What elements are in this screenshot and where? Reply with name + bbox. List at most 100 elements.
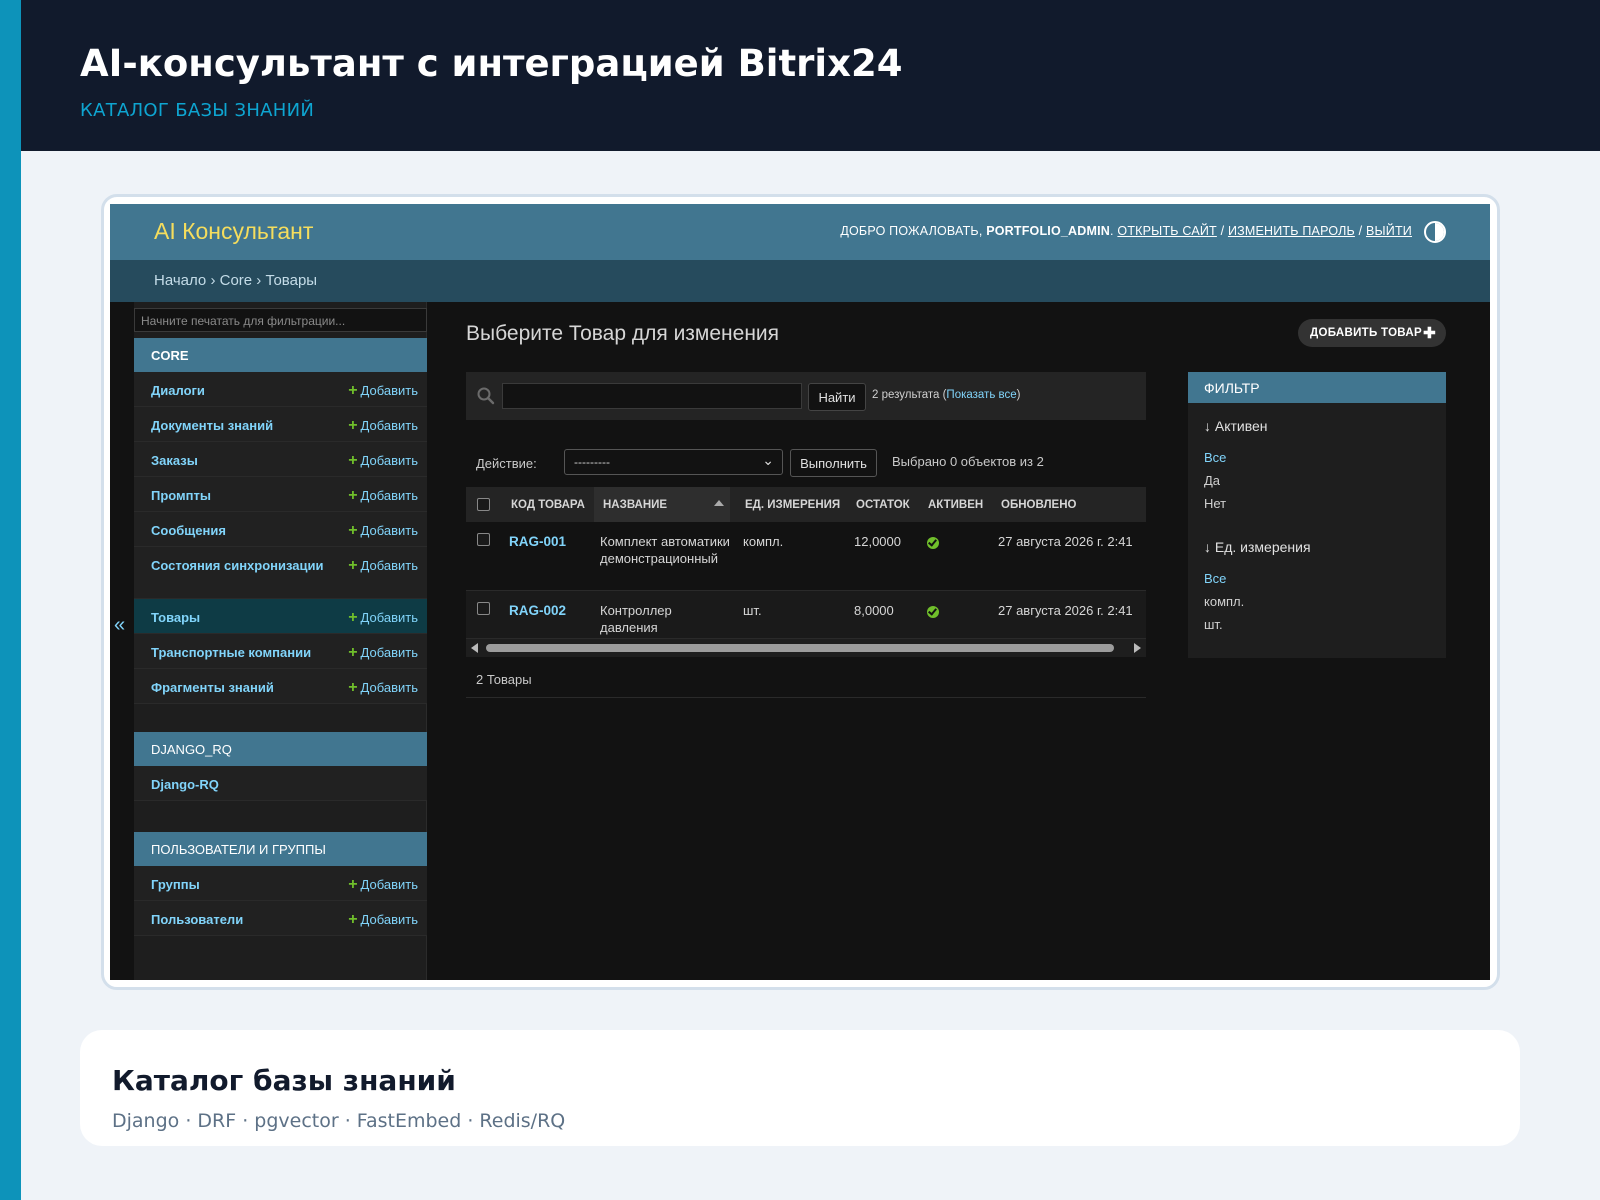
theme-toggle-icon[interactable] <box>1424 221 1446 243</box>
site-brand[interactable]: AI Консультант <box>154 218 313 245</box>
module-caption-users-groups[interactable]: ПОЛЬЗОВАТЕЛИ И ГРУППЫ <box>134 832 427 866</box>
plus-icon: + <box>348 911 358 928</box>
username: PORTFOLIO_ADMIN <box>986 224 1111 238</box>
sidebar-item-groups[interactable]: Группы + Добавить <box>134 866 427 901</box>
sidebar-item-sync-states[interactable]: Состояния синхронизации + Добавить <box>134 547 427 599</box>
plus-icon: + <box>348 522 358 539</box>
filter-option-sht[interactable]: шт. <box>1204 617 1223 632</box>
nav-filter-input[interactable]: Начните печатать для фильтрации... <box>134 308 427 332</box>
add-link[interactable]: + Добавить <box>348 911 418 929</box>
horizontal-scrollbar[interactable] <box>466 639 1146 657</box>
select-all-checkbox[interactable] <box>477 498 490 511</box>
scroll-right-icon[interactable] <box>1134 643 1141 653</box>
plus-icon: + <box>348 557 358 574</box>
sidebar-item-label[interactable]: Состояния синхронизации <box>151 557 336 574</box>
column-name[interactable]: НАЗВАНИЕ <box>594 487 730 522</box>
module-caption-django-rq[interactable]: DJANGO_RQ <box>134 732 427 766</box>
sidebar-item-label[interactable]: Заказы <box>151 452 336 469</box>
filter-option-all[interactable]: Все <box>1204 571 1226 586</box>
filter-caption: ФИЛЬТР <box>1188 372 1446 403</box>
filter-option-no[interactable]: Нет <box>1204 496 1226 511</box>
sidebar-item-products[interactable]: Товары + Добавить <box>134 599 427 634</box>
plus-icon: + <box>348 644 358 661</box>
sidebar-item-messages[interactable]: Сообщения + Добавить <box>134 512 427 547</box>
product-unit: шт. <box>743 603 762 618</box>
accent-strip <box>0 0 21 1200</box>
filter-option-kompl[interactable]: компл. <box>1204 594 1244 609</box>
sidebar-item-label[interactable]: Фрагменты знаний <box>151 679 336 696</box>
add-label: Добавить <box>360 558 418 573</box>
product-code-link[interactable]: RAG-001 <box>509 533 566 550</box>
sidebar-item-label[interactable]: Промпты <box>151 487 336 504</box>
add-link[interactable]: + Добавить <box>348 876 418 894</box>
breadcrumb-app[interactable]: Core <box>220 272 253 289</box>
change-password-link[interactable]: ИЗМЕНИТЬ ПАРОЛЬ <box>1228 224 1355 238</box>
add-link[interactable]: + Добавить <box>348 487 418 505</box>
add-link[interactable]: + Добавить <box>348 557 418 575</box>
breadcrumb-home[interactable]: Начало <box>154 272 206 289</box>
caption-card: Каталог базы знаний Django · DRF · pgvec… <box>80 1030 1520 1146</box>
action-select[interactable]: --------- ⌄ <box>564 449 783 475</box>
module-caption-core[interactable]: CORE <box>134 338 427 372</box>
filter-option-all[interactable]: Все <box>1204 450 1226 465</box>
sidebar-item-label[interactable]: Группы <box>151 876 336 893</box>
search-button[interactable]: Найти <box>808 383 866 411</box>
sidebar-item-transport-companies[interactable]: Транспортные компании + Добавить <box>134 634 427 669</box>
add-link[interactable]: + Добавить <box>348 417 418 435</box>
add-link[interactable]: + Добавить <box>348 609 418 627</box>
scroll-left-icon[interactable] <box>471 643 478 653</box>
sidebar-item-label[interactable]: Транспортные компании <box>151 644 336 661</box>
add-label: Добавить <box>360 610 418 625</box>
run-action-button[interactable]: Выполнить <box>790 449 877 477</box>
product-name: Комплект автоматики демонстрационный <box>600 534 730 566</box>
sidebar-item-knowledge-fragments[interactable]: Фрагменты знаний + Добавить <box>134 669 427 704</box>
add-product-button[interactable]: ДОБАВИТЬ ТОВАР ✚ <box>1298 319 1446 347</box>
selected-count: Выбрано 0 объектов из 2 <box>892 454 1044 469</box>
add-label: Добавить <box>360 680 418 695</box>
sidebar-item-django-rq[interactable]: Django-RQ <box>134 766 427 801</box>
show-all-link[interactable]: Показать все <box>946 389 1016 401</box>
row-checkbox[interactable] <box>477 602 490 615</box>
filter-option-yes[interactable]: Да <box>1204 473 1220 488</box>
product-code-link[interactable]: RAG-002 <box>509 602 566 619</box>
plus-icon: + <box>348 417 358 434</box>
collapse-sidebar-button[interactable]: « <box>114 614 125 637</box>
logout-link[interactable]: ВЫЙТИ <box>1366 224 1412 238</box>
column-unit[interactable]: ЕД. ИЗМЕРЕНИЯ <box>745 499 840 511</box>
paginator: 2 Товары <box>466 660 1146 698</box>
search-input[interactable] <box>502 383 802 409</box>
sidebar-item-label[interactable]: Документы знаний <box>151 417 336 434</box>
sidebar-item-label[interactable]: Пользователи <box>151 911 336 928</box>
column-code[interactable]: КОД ТОВАРА <box>511 499 585 511</box>
sidebar-item-label[interactable]: Django-RQ <box>151 776 336 793</box>
add-label: Добавить <box>360 523 418 538</box>
add-label: Добавить <box>360 912 418 927</box>
add-link[interactable]: + Добавить <box>348 522 418 540</box>
column-active[interactable]: АКТИВЕН <box>928 499 983 511</box>
row-checkbox[interactable] <box>477 533 490 546</box>
sidebar-item-label[interactable]: Сообщения <box>151 522 336 539</box>
sidebar-item-dialogs[interactable]: Диалоги + Добавить <box>134 372 427 407</box>
column-updated[interactable]: ОБНОВЛЕНО <box>1001 499 1076 511</box>
admin-header: AI Консультант ДОБРО ПОЖАЛОВАТЬ, PORTFOL… <box>110 204 1490 260</box>
separator: / <box>1358 224 1363 238</box>
sidebar-item-label[interactable]: Товары <box>151 609 336 626</box>
sidebar-item-label[interactable]: Диалоги <box>151 382 336 399</box>
slide-subtitle: КАТАЛОГ БАЗЫ ЗНАНИЙ <box>80 100 315 121</box>
add-link[interactable]: + Добавить <box>348 679 418 697</box>
scrollbar-thumb[interactable] <box>486 644 1114 652</box>
sidebar-item-prompts[interactable]: Промпты + Добавить <box>134 477 427 512</box>
table-header: КОД ТОВАРА НАЗВАНИЕ ЕД. ИЗМЕРЕНИЯ ОСТАТО… <box>466 487 1146 522</box>
column-stock[interactable]: ОСТАТОК <box>856 499 910 511</box>
add-link[interactable]: + Добавить <box>348 382 418 400</box>
product-name: Контроллер давления <box>600 603 672 635</box>
sidebar-item-users[interactable]: Пользователи + Добавить <box>134 901 427 936</box>
page-title: Выберите Товар для изменения <box>466 322 780 345</box>
add-label: Добавить <box>360 383 418 398</box>
add-link[interactable]: + Добавить <box>348 452 418 470</box>
sort-asc-icon[interactable] <box>714 500 724 506</box>
view-site-link[interactable]: ОТКРЫТЬ САЙТ <box>1117 224 1216 238</box>
sidebar-item-knowledge-documents[interactable]: Документы знаний + Добавить <box>134 407 427 442</box>
add-link[interactable]: + Добавить <box>348 644 418 662</box>
sidebar-item-orders[interactable]: Заказы + Добавить <box>134 442 427 477</box>
